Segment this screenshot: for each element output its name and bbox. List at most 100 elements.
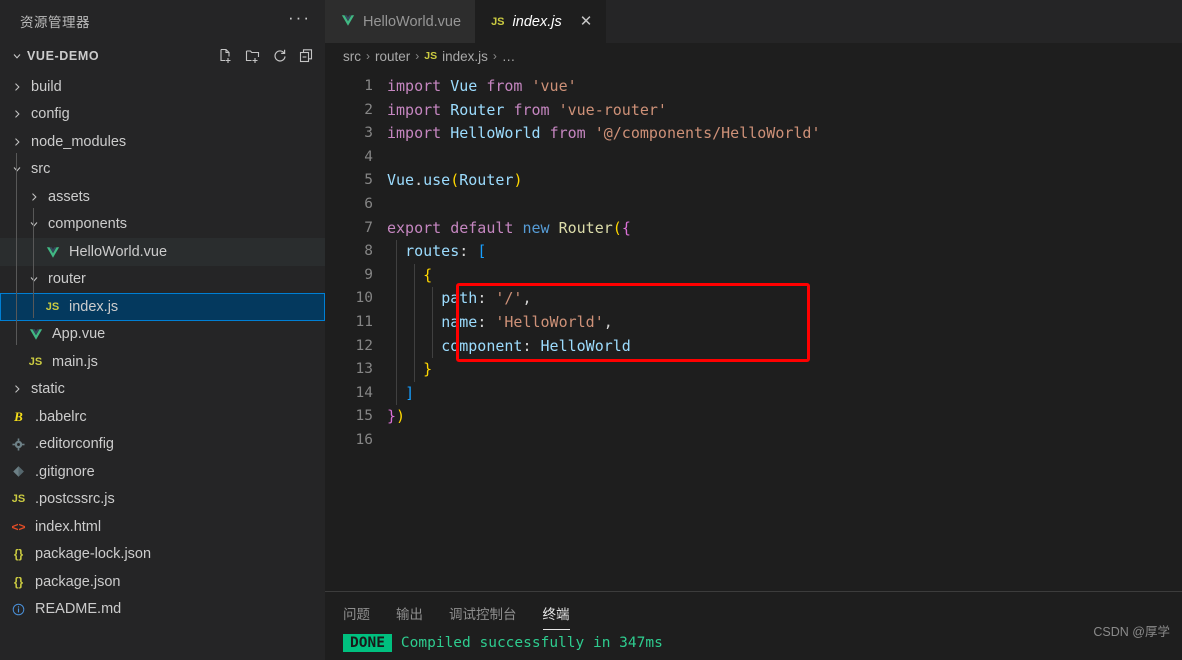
tree-item-label: router xyxy=(48,271,86,288)
tree-item-label: README.md xyxy=(35,601,122,618)
tree-file-babelrc[interactable]: B .babelrc xyxy=(0,403,325,431)
code-indent-guide xyxy=(414,287,415,311)
new-file-icon[interactable] xyxy=(218,48,234,64)
explorer-title: 资源管理器 xyxy=(20,15,90,30)
breadcrumb-item[interactable]: … xyxy=(502,49,516,64)
explorer-title-bar: 资源管理器 ··· xyxy=(0,0,325,42)
html-file-icon: <> xyxy=(11,519,26,534)
tree-file-index-html[interactable]: <> index.html xyxy=(0,513,325,541)
tree-folder-src[interactable]: src xyxy=(0,156,325,184)
editor-area: HelloWorld.vue JS index.js ✕ src › router › JS i… xyxy=(325,0,1182,660)
tab-label: HelloWorld.vue xyxy=(363,13,462,30)
chevron-right-icon xyxy=(8,133,25,150)
editor-tab-helloworld-vue[interactable]: HelloWorld.vue xyxy=(325,0,476,43)
tree-item-label: .babelrc xyxy=(35,408,87,425)
code-indent-guide xyxy=(432,287,433,311)
chevron-right-icon xyxy=(8,106,25,123)
tree-file-index-js[interactable]: JS index.js xyxy=(0,293,325,321)
tree-folder-router[interactable]: router xyxy=(0,266,325,294)
line-number: 2 xyxy=(364,101,373,118)
tree-item-label: src xyxy=(31,161,51,178)
code-line: 11 name: 'HelloWorld', xyxy=(325,310,1182,335)
code-line: 14 ] xyxy=(325,381,1182,406)
line-number: 10 xyxy=(355,290,373,307)
tree-file-readme-md[interactable]: README.md xyxy=(0,596,325,624)
tree-folder-node-modules[interactable]: node_modules xyxy=(0,128,325,156)
tree-file-app-vue[interactable]: App.vue xyxy=(0,321,325,349)
new-folder-icon[interactable] xyxy=(245,48,261,64)
panel-tab-3[interactable]: 终端 xyxy=(542,603,570,630)
code-line: 3 import HelloWorld from '@/components/He… xyxy=(325,122,1182,146)
line-number: 12 xyxy=(355,337,373,354)
tree-file-editorconfig[interactable]: .editorconfig xyxy=(0,431,325,459)
line-number: 1 xyxy=(364,78,373,94)
editor-tab-bar: HelloWorld.vue JS index.js ✕ xyxy=(325,0,1182,43)
more-actions-icon[interactable]: ··· xyxy=(288,9,311,28)
code-text: component: HelloWorld xyxy=(441,336,631,355)
tree-item-label: package.json xyxy=(35,573,121,590)
code-line: 13 } xyxy=(325,358,1182,382)
explorer-sidebar: 资源管理器 ··· VUE-DEMO build config node_mod… xyxy=(0,0,325,660)
code-line: 4 xyxy=(325,146,1182,170)
collapse-all-icon[interactable] xyxy=(299,48,315,64)
chevron-right-icon: › xyxy=(492,49,497,63)
line-number: 13 xyxy=(355,361,373,378)
gear-file-icon xyxy=(8,438,29,451)
panel-tab-1[interactable]: 输出 xyxy=(396,603,423,630)
chevron-right-icon xyxy=(8,381,25,398)
tree-folder-static[interactable]: static xyxy=(0,376,325,404)
tree-file-package-json[interactable]: {} package.json xyxy=(0,568,325,596)
close-icon[interactable]: ✕ xyxy=(580,14,593,29)
breadcrumb-item[interactable]: router xyxy=(375,49,410,64)
code-indent-guide xyxy=(396,381,397,406)
tree-file-package-lock-json[interactable]: {} package-lock.json xyxy=(0,541,325,569)
code-indent-guide xyxy=(396,240,397,264)
tree-folder-assets[interactable]: assets xyxy=(0,183,325,211)
json-file-icon: {} xyxy=(13,547,24,562)
line-number: 5 xyxy=(364,172,373,189)
editor-tab-index-js[interactable]: JS index.js ✕ xyxy=(475,0,607,43)
vue-file-icon xyxy=(341,13,355,30)
tree-item-label: package-lock.json xyxy=(35,546,152,563)
tree-file-helloworld-vue[interactable]: HelloWorld.vue xyxy=(0,238,325,266)
terminal-message: Compiled successfully in 347ms xyxy=(400,635,663,651)
panel-tab-2[interactable]: 调试控制台 xyxy=(449,603,517,630)
code-text: path: '/', xyxy=(441,289,532,308)
vue-file-icon xyxy=(42,245,63,259)
code-indent-guide xyxy=(396,287,397,311)
code-line: 1 import Vue from 'vue' xyxy=(325,75,1182,99)
code-line: 9 { xyxy=(325,263,1182,288)
panel-tab-list: 问题 输出 调试控制台 终端 xyxy=(325,592,1182,630)
code-text: import HelloWorld from '@/components/Hel… xyxy=(387,124,821,143)
breadcrumb-item[interactable]: index.js xyxy=(442,49,488,64)
tree-folder-components[interactable]: components xyxy=(0,211,325,239)
project-section-header[interactable]: VUE-DEMO xyxy=(0,42,325,70)
line-number: 15 xyxy=(355,408,373,425)
code-line: 6 xyxy=(325,193,1182,217)
code-line: 2 import Router from 'vue-router' xyxy=(325,99,1182,123)
panel-tab-0[interactable]: 问题 xyxy=(343,603,370,630)
tree-item-label: components xyxy=(48,216,127,233)
tree-item-label: .editorconfig xyxy=(35,436,114,453)
tree-file-gitignore[interactable]: .gitignore xyxy=(0,458,325,486)
breadcrumb-item[interactable]: src xyxy=(343,49,361,64)
tree-folder-build[interactable]: build xyxy=(0,73,325,101)
terminal-output-line: DONE Compiled successfully in 347ms xyxy=(325,634,1182,652)
code-editor[interactable]: 1 import Vue from 'vue' 2 import Router fro… xyxy=(325,69,1182,591)
vscode-window: 资源管理器 ··· VUE-DEMO build config node_mod… xyxy=(0,0,1182,660)
tree-item-label: .gitignore xyxy=(35,463,95,480)
code-indent-guide xyxy=(396,334,397,359)
refresh-icon[interactable] xyxy=(272,48,288,64)
js-file-icon: JS xyxy=(28,355,43,368)
chevron-right-icon: › xyxy=(366,49,370,63)
tree-folder-config[interactable]: config xyxy=(0,101,325,129)
babel-file-icon: B xyxy=(14,408,23,424)
tree-file-postcssrc-js[interactable]: JS .postcssrc.js xyxy=(0,486,325,514)
tree-file-main-js[interactable]: JS main.js xyxy=(0,348,325,376)
tab-label: index.js xyxy=(512,13,562,30)
tree-item-label: static xyxy=(31,381,65,398)
explorer-actions xyxy=(218,48,315,64)
tree-item-label: .postcssrc.js xyxy=(35,491,115,508)
tree-item-label: index.js xyxy=(69,298,119,315)
js-file-icon: JS xyxy=(491,15,505,28)
